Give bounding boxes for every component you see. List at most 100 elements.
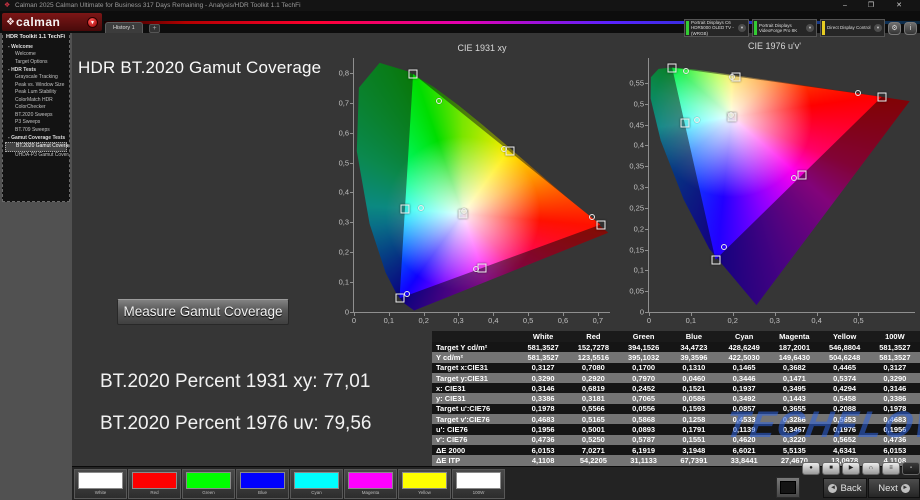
target-marker-cyan — [680, 119, 689, 128]
y-tick-mark — [350, 163, 354, 164]
measured-marker-magenta — [791, 175, 797, 181]
table-cell: 0,4465 — [820, 363, 870, 372]
table-row: y: CIE310,33860,31810,70650,05860,34920,… — [432, 393, 920, 403]
table-cell: 0,3290 — [518, 374, 568, 383]
record-button[interactable]: ● — [802, 462, 820, 475]
next-button[interactable]: Next ► — [868, 478, 920, 498]
sidebar-item-uhda-p3-gamut-coverage[interactable]: UHDA-P3 Gamut Coverage — [5, 152, 67, 160]
table-cell: 0,3181 — [568, 394, 618, 403]
color-swatch-magenta[interactable]: Magenta — [344, 469, 397, 499]
table-cell: 581,3527 — [518, 353, 568, 362]
tab-history-1[interactable]: History 1 — [105, 22, 143, 33]
swatch-color — [348, 472, 393, 489]
table-header-cell: Green — [619, 332, 669, 341]
table-cell: 149,6430 — [769, 353, 819, 362]
calman-logo[interactable]: ❖ calman ▼ — [2, 13, 102, 31]
cie-1976-chart: CIE 1976 u'v' 00,10,20,30,40,500,050,10,… — [629, 41, 920, 333]
eject-button[interactable]: ≡ — [882, 462, 900, 475]
result-1976-uv: BT.2020 Percent 1976 uv: 79,56 — [100, 413, 371, 435]
measured-marker-red — [589, 214, 595, 220]
play-button[interactable]: ▶ — [842, 462, 860, 475]
stop-button[interactable]: ■ — [822, 462, 840, 475]
table-cell: 581,3527 — [870, 343, 920, 352]
table-cell: 0,5165 — [568, 415, 618, 424]
table-cell: 0,0586 — [669, 394, 719, 403]
more-button[interactable]: ▪ — [902, 462, 920, 475]
swatch-label: White — [75, 489, 126, 497]
table-cell: 34,4723 — [669, 343, 719, 352]
measured-marker-cyan — [418, 205, 424, 211]
x-tick-label: 0,2 — [418, 316, 428, 325]
back-button[interactable]: ◄ Back — [823, 478, 867, 498]
y-tick-label: 0,15 — [629, 245, 644, 254]
source-dropdown-portrait-displays-videoforge-pro-8k[interactable]: Portrait Displays VideoForge Pro 8K▼ — [752, 19, 817, 37]
table-cell: 0,6819 — [568, 384, 618, 393]
table-cell: 0,5250 — [568, 435, 618, 444]
sidebar-item-peak-lum-stability[interactable]: Peak Lum Stability — [5, 89, 67, 97]
sidebar-item-welcome[interactable]: Welcome — [5, 51, 67, 59]
workflow-sidebar: + ◄ HDR Toolkit 1.1 TechFi WelcomeWelcom… — [0, 14, 72, 500]
y-tick-label: 0,3 — [634, 183, 644, 192]
swatch-label: Yellow — [399, 489, 450, 497]
y-tick-mark — [350, 73, 354, 74]
table-cell: 0,3682 — [769, 363, 819, 372]
row-label: Target v':CIE76 — [432, 415, 518, 424]
color-swatch-red[interactable]: Red — [128, 469, 181, 499]
x-tick-label: 0,7 — [593, 316, 603, 325]
table-cell: 581,3527 — [870, 353, 920, 362]
y-tick-label: 0,5 — [339, 158, 349, 167]
table-cell: 4,6341 — [820, 446, 870, 455]
table-cell: 0,1593 — [669, 404, 719, 413]
sidebar-item-target-options[interactable]: Target Options — [5, 59, 67, 67]
sidebar-item-bt-709-sweeps[interactable]: BT.709 Sweeps — [5, 127, 67, 135]
maximize-button[interactable]: ❐ — [860, 0, 882, 11]
table-cell: 0,5868 — [619, 415, 669, 424]
add-tab-button[interactable]: + — [149, 24, 160, 33]
table-cell: 0,2920 — [568, 374, 618, 383]
table-cell: 428,6249 — [719, 343, 769, 352]
color-swatch-blue[interactable]: Blue — [236, 469, 289, 499]
table-cell: 0,1791 — [669, 425, 719, 434]
y-tick-label: 0,8 — [339, 68, 349, 77]
y-tick-label: 0 — [345, 308, 349, 317]
table-cell: 152,7278 — [568, 343, 618, 352]
table-cell: 546,8804 — [820, 343, 870, 352]
sidebar-item-bt-2020-gamut-coverage[interactable]: BT.2020 Gamut Coverage — [5, 142, 67, 152]
y-tick-mark — [645, 312, 649, 313]
main-menu-button[interactable]: ▼ — [87, 17, 98, 28]
color-swatch-white[interactable]: White — [74, 469, 127, 499]
table-cell: 0,1465 — [719, 363, 769, 372]
sidebar-item-peak-vs-window-size[interactable]: Peak vs. Window Size — [5, 82, 67, 90]
pause-button[interactable]: ∩ — [862, 462, 880, 475]
color-swatch-cyan[interactable]: Cyan — [290, 469, 343, 499]
table-row: Target y:CIE310,32900,29200,79700,04600,… — [432, 373, 920, 383]
sidebar-item-colorchecker[interactable]: ColorChecker — [5, 104, 67, 112]
table-cell: 6,6021 — [719, 446, 769, 455]
measure-gamut-coverage-button[interactable]: Measure Gamut Coverage — [117, 299, 289, 325]
target-marker-magenta — [798, 171, 807, 180]
sidebar-item-grayscale-tracking[interactable]: Grayscale Tracking — [5, 74, 67, 82]
close-button[interactable]: ✕ — [888, 0, 910, 11]
target-marker-cyan — [401, 205, 410, 214]
sidebar-item-colormatch-hdr[interactable]: ColorMatch HDR — [5, 97, 67, 105]
pattern-window-button[interactable] — [776, 477, 800, 498]
sidebar-item-bt-2020-sweeps[interactable]: BT.2020 Sweeps — [5, 112, 67, 120]
settings-button[interactable]: ⚙ — [888, 22, 901, 35]
table-cell: 0,3492 — [719, 394, 769, 403]
table-header-cell: Yellow — [820, 332, 870, 341]
source-dropdown-portrait-displays-c6-hdr5000-oled-tv-wrgb[interactable]: Portrait Displays C6 HDR5000 OLED TV - (… — [684, 19, 749, 37]
table-cell: 0,3127 — [518, 363, 568, 372]
info-button[interactable]: i — [904, 22, 917, 35]
color-swatch-green[interactable]: Green — [182, 469, 235, 499]
table-cell: 0,4736 — [518, 435, 568, 444]
y-tick-mark — [645, 125, 649, 126]
measured-marker-yellow — [501, 146, 507, 152]
sidebar-item-p3-sweeps[interactable]: P3 Sweeps — [5, 119, 67, 127]
measured-marker-blue — [404, 291, 410, 297]
table-row: ΔE 20006,01537,02716,19193,19486,60215,5… — [432, 445, 920, 455]
swatch-label: Green — [183, 489, 234, 497]
minimize-button[interactable]: – — [834, 0, 856, 11]
color-swatch-100w[interactable]: 100W — [452, 469, 505, 499]
color-swatch-yellow[interactable]: Yellow — [398, 469, 451, 499]
source-dropdown-direct-display-control[interactable]: Direct Display Control▼ — [820, 19, 885, 37]
